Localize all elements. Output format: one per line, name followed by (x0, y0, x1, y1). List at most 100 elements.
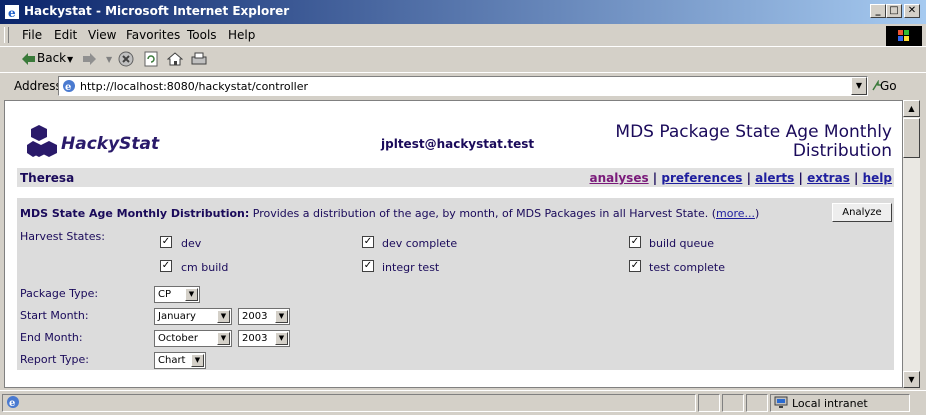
menu-help[interactable]: Help (228, 28, 255, 42)
start-month-select[interactable]: January ▼ (154, 308, 232, 325)
refresh-icon[interactable] (143, 51, 159, 67)
address-url: http://localhost:8080/hackystat/controll… (80, 80, 309, 93)
hackystat-logo: HackyStat (27, 125, 160, 157)
package-type-label: Package Type: (20, 287, 99, 300)
end-month-value: October (158, 333, 199, 344)
start-month-label: Start Month: (20, 309, 89, 322)
checkbox-integr-test-label: integr test (382, 261, 440, 274)
nav-alerts[interactable]: alerts (755, 171, 794, 185)
back-arrow-icon[interactable] (20, 52, 36, 66)
username: Theresa (20, 171, 75, 185)
user-email: jpltest@hackystat.test (381, 137, 535, 151)
report-type-select[interactable]: Chart ▼ (154, 352, 206, 369)
start-year-value: 2003 (242, 311, 268, 322)
checkbox-test-complete-label: test complete (649, 261, 726, 274)
home-icon[interactable] (167, 51, 183, 67)
vertical-scrollbar[interactable]: ▲ ▼ (903, 100, 920, 388)
nav-extras[interactable]: extras (807, 171, 850, 185)
standard-toolbar: Back ▼ ▼ (0, 46, 926, 73)
status-pane (698, 394, 720, 412)
address-dropdown-icon[interactable]: ▼ (851, 77, 867, 95)
intranet-icon (774, 396, 788, 408)
status-pane (746, 394, 768, 412)
nav-separator: | (746, 171, 751, 185)
svg-text:e: e (65, 82, 71, 93)
checkbox-dev-label: dev (181, 237, 202, 250)
address-bar: Address e http://localhost:8080/hackysta… (0, 72, 926, 99)
forward-dropdown-icon[interactable]: ▼ (106, 55, 112, 64)
description-close: ) (754, 207, 760, 220)
checkbox-build-queue-label: build queue (649, 237, 715, 250)
description-text: Provides a distribution of the age, by m… (249, 207, 716, 220)
back-button[interactable]: Back (37, 51, 66, 65)
nav-separator: | (652, 171, 658, 185)
print-icon[interactable] (191, 51, 207, 67)
svg-text:e: e (8, 6, 16, 20)
checkbox-cm-build[interactable]: ✓ (160, 260, 172, 272)
analysis-panel: MDS State Age Monthly Distribution: Prov… (17, 198, 894, 370)
nav-separator: | (798, 171, 803, 185)
address-input[interactable]: e http://localhost:8080/hackystat/contro… (58, 76, 868, 96)
nav-analyses[interactable]: analyses (590, 171, 649, 185)
window-title: Hackystat - Microsoft Internet Explorer (24, 4, 290, 18)
checkbox-dev[interactable]: ✓ (160, 236, 172, 248)
chevron-down-icon: ▼ (275, 332, 288, 345)
scroll-up-icon[interactable]: ▲ (903, 100, 920, 117)
menu-file[interactable]: File (22, 28, 42, 42)
nav-preferences[interactable]: preferences (661, 171, 742, 185)
forward-arrow-icon[interactable] (82, 52, 98, 66)
window-titlebar: e Hackystat - Microsoft Internet Explore… (0, 0, 926, 24)
logo-text: HackyStat (61, 134, 160, 154)
start-year-select[interactable]: 2003 ▼ (238, 308, 290, 325)
end-year-select[interactable]: 2003 ▼ (238, 330, 290, 347)
page-icon: e (63, 80, 75, 93)
menu-favorites[interactable]: Favorites (126, 28, 180, 42)
menu-bar: File Edit View Favorites Tools Help (0, 24, 926, 47)
address-label: Address (14, 79, 62, 93)
chevron-down-icon: ▼ (217, 310, 230, 323)
toolbar-grip[interactable] (4, 27, 9, 43)
analysis-name: MDS State Age Monthly Distribution: (20, 207, 250, 220)
nav-links: analyses | preferences | alerts | extras… (590, 171, 893, 185)
minimize-button[interactable]: _ (870, 4, 886, 18)
back-dropdown-icon[interactable]: ▼ (67, 55, 73, 64)
internet-explorer-icon: e (5, 5, 19, 20)
start-month-value: January (158, 311, 196, 322)
end-year-value: 2003 (242, 333, 268, 344)
analyze-button[interactable]: Analyze (832, 203, 892, 222)
end-month-select[interactable]: October ▼ (154, 330, 232, 347)
chevron-down-icon: ▼ (185, 288, 198, 301)
scroll-thumb[interactable] (903, 118, 920, 158)
status-bar: e Local intranet (0, 390, 926, 415)
report-type-label: Report Type: (20, 353, 89, 366)
scroll-down-icon[interactable]: ▼ (903, 371, 920, 388)
windows-logo-icon (886, 26, 922, 46)
go-button[interactable]: Go (880, 79, 897, 93)
harvest-states-label: Harvest States: (20, 230, 105, 243)
menu-view[interactable]: View (88, 28, 116, 42)
zone-text: Local intranet (792, 397, 868, 410)
checkbox-integr-test[interactable]: ✓ (362, 260, 374, 272)
end-month-label: End Month: (20, 331, 83, 344)
checkbox-test-complete[interactable]: ✓ (629, 260, 641, 272)
stop-icon[interactable] (118, 51, 134, 67)
nav-bar: Theresa analyses | preferences | alerts … (17, 168, 894, 187)
close-button[interactable]: ✕ (904, 4, 920, 18)
menu-edit[interactable]: Edit (54, 28, 77, 42)
page-title: MDS Package State Age Monthly Distributi… (615, 122, 892, 161)
checkbox-cm-build-label: cm build (181, 261, 229, 274)
more-link[interactable]: more... (716, 207, 755, 220)
analysis-description: MDS State Age Monthly Distribution: Prov… (20, 207, 759, 220)
checkbox-build-queue[interactable]: ✓ (629, 236, 641, 248)
report-type-value: Chart (158, 355, 186, 366)
page-viewport: HackyStat jpltest@hackystat.test MDS Pac… (4, 100, 903, 388)
checkbox-dev-complete-label: dev complete (382, 237, 458, 250)
nav-help[interactable]: help (863, 171, 892, 185)
maximize-button[interactable]: □ (886, 4, 902, 18)
status-text-pane (2, 394, 696, 412)
chevron-down-icon: ▼ (275, 310, 288, 323)
menu-tools[interactable]: Tools (187, 28, 217, 42)
checkbox-dev-complete[interactable]: ✓ (362, 236, 374, 248)
package-type-value: CP (158, 289, 172, 300)
package-type-select[interactable]: CP ▼ (154, 286, 200, 303)
